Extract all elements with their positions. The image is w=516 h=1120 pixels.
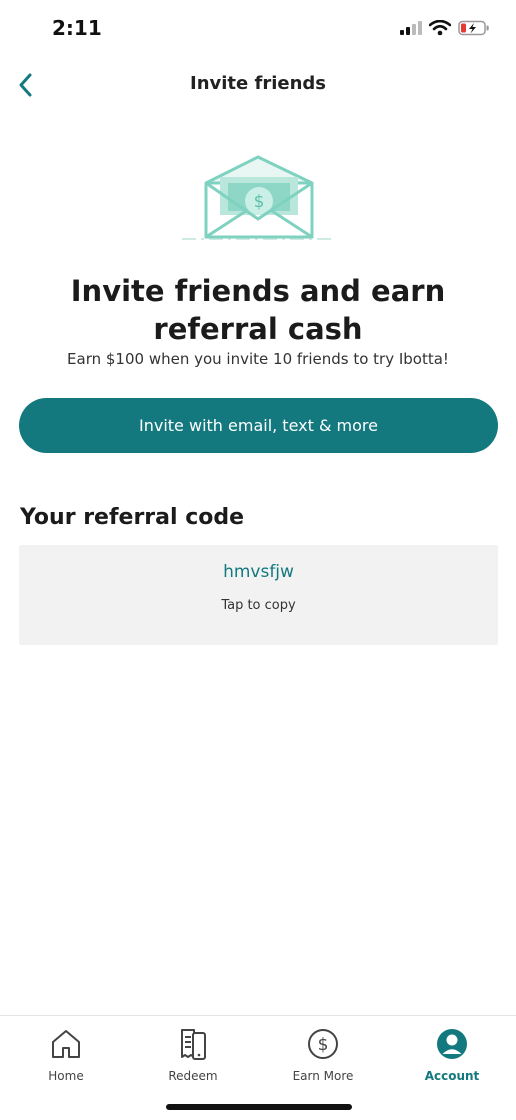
tab-account[interactable]: Account [397,1026,507,1096]
hero-headline: Invite friends and earn referral cash [70,274,446,346]
page-title: Invite friends [190,73,326,94]
status-bar: 2:11 [0,0,516,58]
wifi-icon [429,20,451,36]
account-icon [434,1026,470,1062]
receipt-phone-icon [175,1026,211,1062]
battery-icon [458,20,489,36]
status-time: 2:11 [52,16,102,40]
invite-button[interactable]: Invite with email, text & more [19,398,498,453]
envelope-cash-icon: $ [182,155,336,240]
tab-earn-more[interactable]: $ Earn More [268,1026,378,1096]
home-icon [48,1026,84,1062]
svg-text:$: $ [318,1035,329,1055]
dollar-circle-icon: $ [305,1026,341,1062]
tab-account-label: Account [424,1069,480,1083]
tab-redeem[interactable]: Redeem [138,1026,248,1096]
signal-icon [400,21,422,35]
hero-subhead: Earn $100 when you invite 10 friends to … [67,350,449,368]
tab-home[interactable]: Home [11,1026,121,1096]
tab-home-label: Home [48,1069,84,1083]
svg-text:$: $ [254,192,265,212]
tab-bar: Home Redeem $ Earn More Account [0,1015,516,1120]
invite-button-label: Invite with email, text & more [139,416,378,435]
referral-section-title: Your referral code [20,505,245,530]
nav-header: Invite friends [0,58,516,112]
tap-to-copy-hint: Tap to copy [221,598,296,613]
referral-code: hmvsfjw [223,562,294,582]
home-indicator [166,1104,352,1110]
tab-redeem-label: Redeem [168,1069,218,1083]
referral-code-box[interactable]: hmvsfjw Tap to copy [19,545,498,645]
status-icons [400,20,490,36]
tab-earn-more-label: Earn More [292,1069,354,1083]
